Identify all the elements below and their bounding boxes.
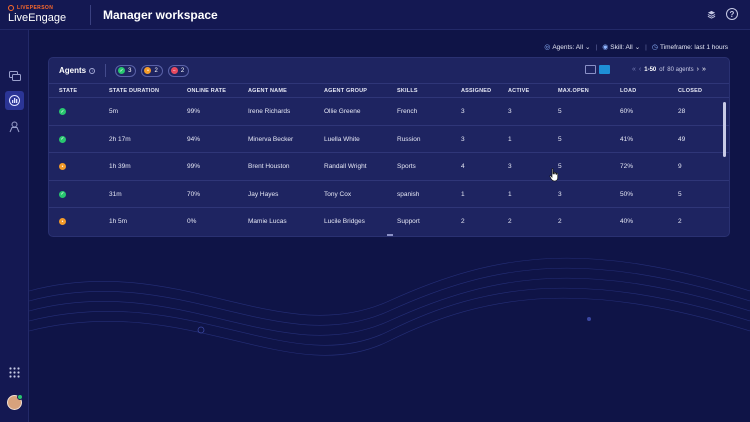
last-page-icon[interactable]: » [702,66,706,73]
col-skills[interactable]: SKILLS [397,88,418,94]
skill-filter[interactable]: ◉ Skill: All ⌄ [602,43,641,52]
next-page-icon[interactable]: › [697,66,699,73]
chevron-down-icon: ⌄ [634,44,641,51]
online-status-icon: ✓ [59,135,66,143]
page-range: 1-50 [644,66,657,73]
timeframe-filter[interactable]: ◷ Timeframe: last 1 hours [651,43,728,52]
table-row[interactable]: • 1h 5m 0% Mamie Lucas Lucile Bridges Su… [49,208,729,236]
online-status-icon: ✓ [59,190,66,198]
away-status-icon: • [59,163,66,170]
apps-grid-icon[interactable] [5,363,24,382]
table-row[interactable]: • 1h 39m 99% Brent Houston Randall Wrigh… [49,153,729,181]
col-max-open[interactable]: MAX.OPEN [558,88,589,94]
away-status-icon: • [59,218,66,225]
pagination: « ‹ 1-50 of 80 agents › » [632,66,706,73]
away-count-chip[interactable]: • 2 [141,64,163,77]
table-scrollbar[interactable] [723,102,726,157]
online-count-chip[interactable]: ✓ 3 [115,64,137,77]
check-icon: ✓ [118,67,126,74]
table-row[interactable]: ✓ 31m 70% Jay Hayes Tony Cox spanish 1 1… [49,181,729,208]
skill-filter-icon: ◉ [602,44,609,51]
away-icon: • [144,67,152,74]
top-bar: LIVEPERSON LiveEngage Manager workspace … [0,0,750,30]
page-of: of [659,66,665,73]
agent-icon[interactable] [5,117,24,136]
table-row[interactable]: ✓ 5m 99% Irene Richards Ollie Greene Fre… [49,98,729,126]
chevron-down-icon: ⌄ [585,44,591,51]
busy-count-chip[interactable]: − 2 [167,64,190,77]
hand-cursor-icon [549,168,558,182]
user-avatar[interactable] [7,394,23,410]
panel-title: Agents [59,66,87,75]
page-total: 80 agents [667,66,694,73]
col-closed[interactable]: CLOSED [678,88,702,94]
resize-handle-icon[interactable] [387,234,393,236]
help-icon[interactable]: ? [726,8,738,20]
clock-icon: ◷ [651,44,658,51]
online-status-icon: ✓ [59,108,66,115]
col-state[interactable]: STATE [59,88,77,94]
topbar-divider [90,4,91,25]
table-view-icon[interactable] [599,65,610,74]
logo-small-text: LIVEPERSON [17,5,54,11]
filter-bar: ◎ Agents: All ⌄ | ◉ Skill: All ⌄ | ◷ Tim… [544,43,728,52]
avatar-status-dot [17,394,23,400]
table-header: STATE STATE DURATION ONLINE RATE AGENT N… [49,83,729,98]
agents-filter[interactable]: ◎ Agents: All ⌄ [544,43,591,52]
col-assigned[interactable]: ASSIGNED [461,88,491,94]
col-load[interactable]: LOAD [620,88,636,94]
col-agent-name[interactable]: AGENT NAME [248,88,287,94]
col-active[interactable]: ACTIVE [508,88,529,94]
liveengage-logo[interactable]: LIVEPERSON LiveEngage [0,5,90,24]
table-body: ✓ 5m 99% Irene Richards Ollie Greene Fre… [49,98,729,236]
agents-panel: Agents i ✓ 3 • 2 − 2 « ‹ 1-50 of 80 agen… [48,57,730,237]
background-wave-graphic [29,257,750,356]
col-agent-group[interactable]: AGENT GROUP [324,88,367,94]
agents-panel-header: Agents i ✓ 3 • 2 − 2 « ‹ 1-50 of 80 agen… [49,58,729,83]
logo-mark-icon [8,5,14,11]
messaging-icon[interactable] [5,67,24,86]
first-page-icon[interactable]: « [632,66,636,73]
card-view-icon[interactable] [585,65,596,74]
table-row[interactable]: ✓ 2h 17m 94% Minerva Becker Luella White… [49,126,729,153]
layers-icon[interactable] [705,8,717,20]
prev-page-icon[interactable]: ‹ [639,66,641,73]
col-online-rate[interactable]: ONLINE RATE [187,88,226,94]
col-state-duration[interactable]: STATE DURATION [109,88,159,94]
minus-icon: − [170,67,178,74]
logo-main-text: LiveEngage [8,12,67,24]
left-sidebar [0,30,29,422]
page-title: Manager workspace [103,7,218,22]
info-icon[interactable]: i [89,67,96,74]
agents-filter-icon: ◎ [544,44,551,51]
analytics-icon[interactable] [5,91,24,110]
